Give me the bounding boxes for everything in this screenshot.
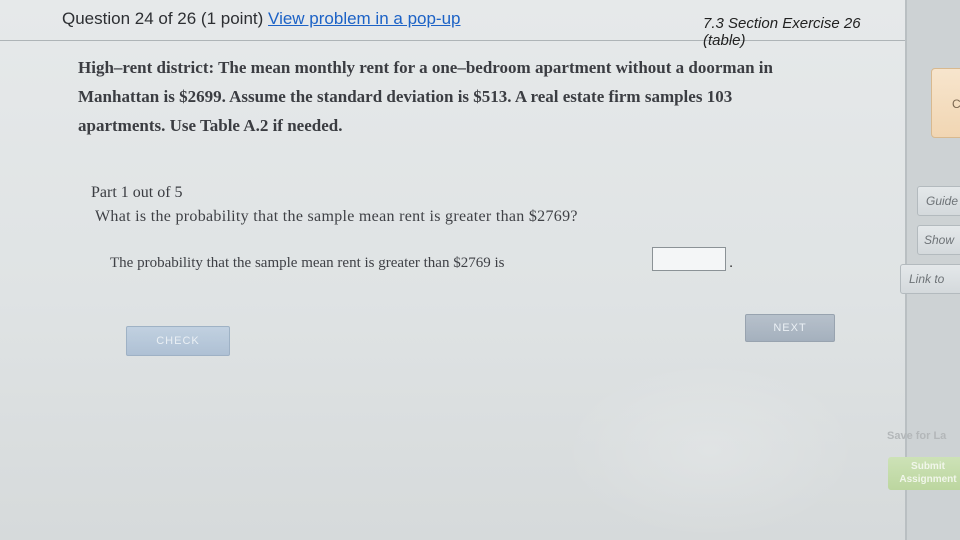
show-button[interactable]: Show (917, 225, 960, 255)
next-button[interactable]: NEXT (745, 314, 835, 342)
submit-assignment-button[interactable]: Submit Assignment (888, 457, 960, 490)
problem-line-2: Manhattan is $2699. Assume the standard … (78, 87, 733, 106)
assignment-label: Assignment (899, 474, 957, 485)
submit-label: Submit (911, 461, 945, 472)
close-tab-label: Cl (952, 97, 960, 111)
check-button[interactable]: CHECK (126, 326, 230, 356)
answer-input[interactable] (652, 247, 726, 271)
screen-glare (560, 360, 860, 540)
main-panel: Question 24 of 26 (1 point) View problem… (0, 0, 907, 540)
part-title: Part 1 out of 5 (91, 184, 183, 201)
save-for-later-button[interactable]: Save for La (887, 430, 946, 442)
question-label: Question 24 of 26 (1 point) (62, 9, 264, 28)
answer-period: . (729, 254, 734, 271)
answer-prompt: The probability that the sample mean ren… (110, 255, 505, 271)
link-to-button[interactable]: Link to (900, 264, 960, 294)
guided-solution-button[interactable]: Guide (917, 186, 960, 216)
view-popup-link[interactable]: View problem in a pop-up (268, 9, 460, 28)
section-label: 7.3 Section Exercise 26 (table) (703, 15, 861, 49)
question-title: Question 24 of 26 (1 point) View problem… (62, 9, 461, 29)
close-tab-button[interactable]: Cl (931, 68, 960, 138)
part-question: What is the probability that the sample … (95, 208, 578, 225)
problem-line-3: apartments. Use Table A.2 if needed. (78, 116, 343, 135)
problem-statement: High–rent district: The mean monthly ren… (78, 53, 898, 140)
problem-line-1: High–rent district: The mean monthly ren… (78, 58, 773, 77)
question-header: Question 24 of 26 (1 point) View problem… (0, 0, 905, 49)
